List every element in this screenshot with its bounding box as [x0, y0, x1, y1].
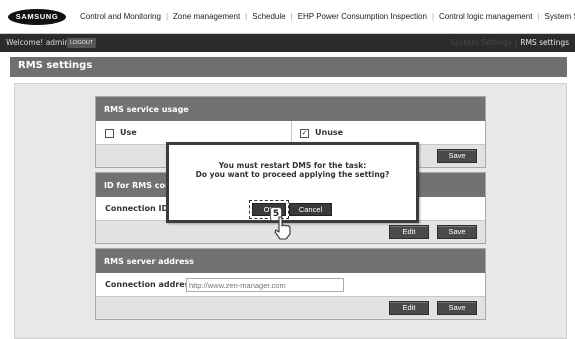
menu-control-monitoring[interactable]: Control and Monitoring — [80, 12, 161, 21]
dialog-message-line2: Do you want to proceed applying the sett… — [195, 170, 390, 179]
main-menu: Control and Monitoring | Zone management… — [80, 12, 575, 21]
menu-separator: | — [165, 12, 169, 21]
rms-usage-header: RMS service usage — [96, 97, 485, 121]
breadcrumb: System Settings | RMS settings — [451, 38, 569, 47]
menu-control-logic[interactable]: Control logic management — [439, 12, 532, 21]
connection-address-input[interactable] — [186, 278, 344, 292]
user-bar: Welcome! admin, LOGOUT System Settings | R… — [0, 34, 575, 52]
menu-system-settings[interactable]: System Settings — [545, 12, 575, 21]
page-title-bar: RMS settings — [10, 57, 567, 77]
breadcrumb-rms-settings: RMS settings — [520, 38, 569, 47]
rms-server-row: Connection address — [96, 273, 485, 297]
rms-server-footer: Edit Save — [96, 297, 485, 319]
unuse-label: Unuse — [315, 128, 344, 137]
id-save-button[interactable]: Save — [437, 225, 477, 239]
breadcrumb-system-settings[interactable]: System Settings — [451, 38, 512, 47]
menu-schedule[interactable]: Schedule — [252, 12, 285, 21]
unuse-checkbox[interactable]: ✓ — [300, 129, 309, 138]
restart-confirm-dialog: You must restart DMS for the task: Do yo… — [166, 142, 419, 223]
page-title: RMS settings — [18, 60, 93, 71]
menu-zone-management[interactable]: Zone management — [173, 12, 240, 21]
server-save-button[interactable]: Save — [437, 301, 477, 315]
logout-button[interactable]: LOGOUT — [67, 38, 97, 48]
hand-pointer-icon — [274, 216, 291, 240]
dialog-message: You must restart DMS for the task: Do yo… — [169, 161, 416, 179]
id-edit-button[interactable]: Edit — [389, 225, 429, 239]
usage-save-button[interactable]: Save — [437, 149, 477, 163]
rms-server-header: RMS server address — [96, 249, 485, 273]
rms-server-section: RMS server address Connection address Ed… — [95, 248, 486, 320]
breadcrumb-separator: | — [514, 38, 518, 47]
use-checkbox[interactable] — [105, 129, 114, 138]
menu-separator: | — [290, 12, 293, 21]
menu-separator: | — [431, 12, 435, 21]
menu-separator: | — [245, 12, 248, 21]
server-edit-button[interactable]: Edit — [389, 301, 429, 315]
cancel-button[interactable]: Cancel — [289, 203, 332, 216]
dialog-message-line1: You must restart DMS for the task: — [218, 161, 367, 170]
top-navigation: SAMSUNG Control and Monitoring | Zone ma… — [0, 0, 575, 34]
connection-address-label: Connection address — [105, 280, 195, 289]
samsung-logo: SAMSUNG — [8, 9, 66, 25]
menu-separator: | — [537, 12, 540, 21]
menu-ehp-power[interactable]: EHP Power Consumption Inspection — [298, 12, 427, 21]
welcome-text: Welcome! admin, — [6, 38, 72, 47]
connection-id-label: Connection ID — [105, 204, 169, 213]
use-label: Use — [120, 128, 137, 137]
